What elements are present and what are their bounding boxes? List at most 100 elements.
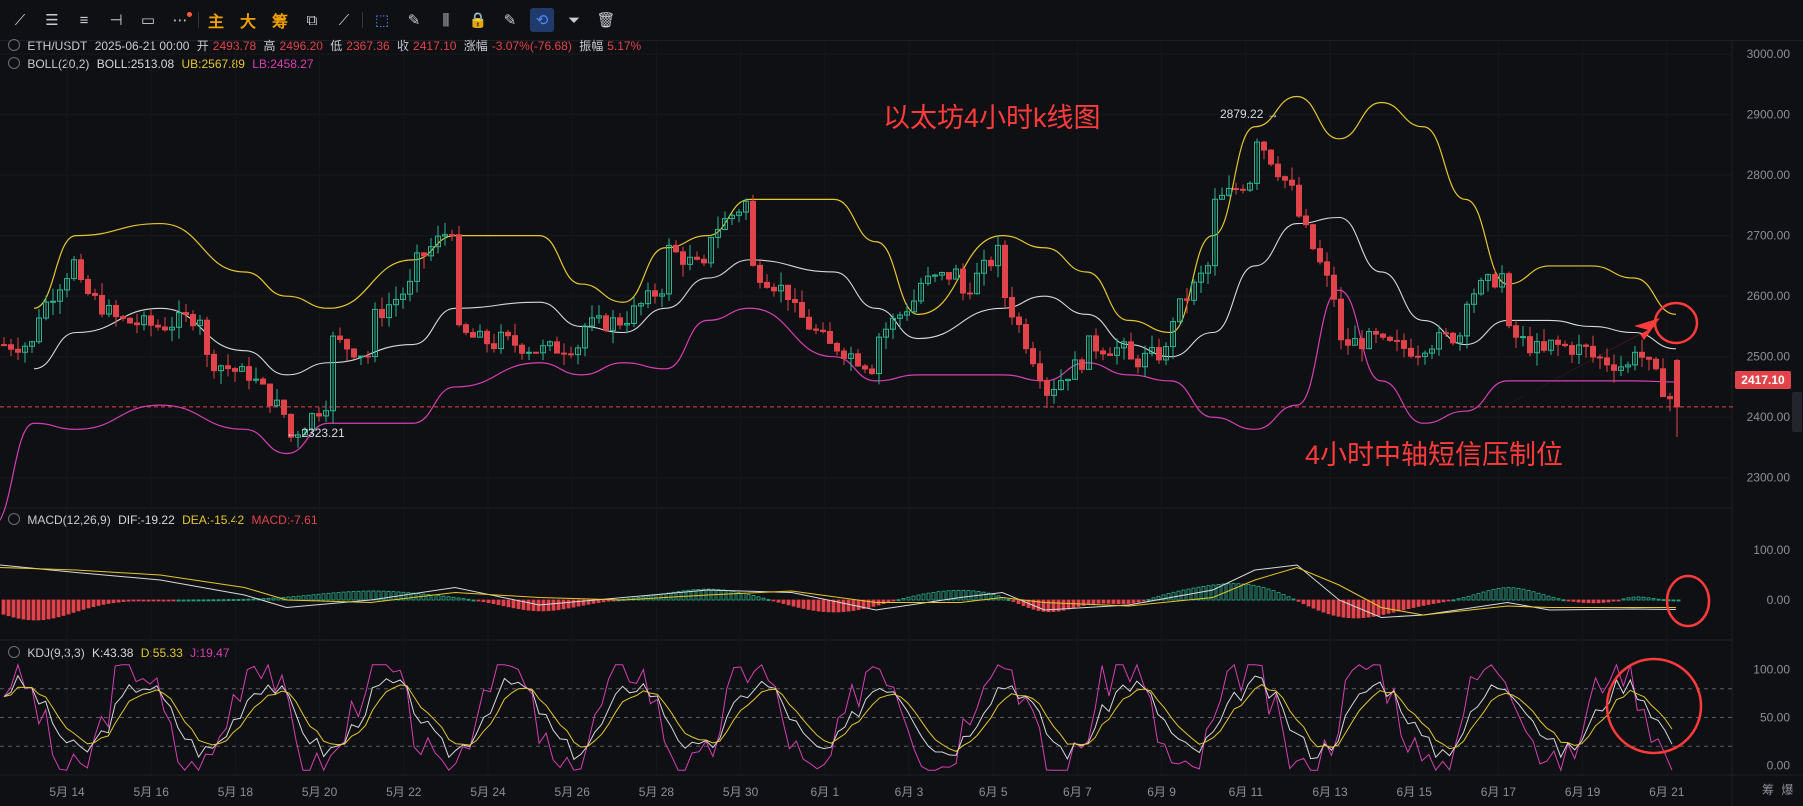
macd-histogram-bar — [1486, 590, 1491, 601]
macd-histogram-bar — [81, 599, 86, 610]
macd-histogram-bar — [1141, 599, 1146, 602]
macd-histogram-bar — [1491, 589, 1496, 601]
date-tick-label: 5月 30 — [723, 785, 759, 799]
macd-histogram-bar — [1376, 599, 1381, 616]
macd-histogram-bar — [1066, 599, 1071, 610]
macd-histogram-bar — [1476, 593, 1481, 601]
macd-histogram-bar — [606, 599, 611, 602]
chart-title-annotation: 以太坊4小时k线图 — [883, 103, 1101, 133]
macd-histogram-bar — [786, 599, 791, 606]
macd-histogram-bar — [1336, 599, 1341, 617]
candle-body — [1, 344, 7, 347]
macd-histogram-bar — [826, 599, 831, 613]
right-scroll-handle[interactable] — [1792, 392, 1802, 432]
macd-histogram-bar — [1421, 599, 1426, 606]
candle-body — [1317, 248, 1323, 263]
candle-body — [1527, 336, 1533, 354]
candle-body — [1289, 179, 1295, 186]
candle-body — [855, 353, 861, 367]
macd-histogram-bar — [841, 599, 846, 613]
macd-histogram-bar — [1351, 599, 1356, 619]
macd-histogram-bar — [191, 599, 196, 602]
macd-histogram-bar — [1501, 587, 1506, 601]
macd-histogram-bar — [311, 594, 316, 601]
macd-histogram-bar — [86, 599, 91, 609]
price-tick-label: 2600.00 — [1747, 289, 1791, 303]
macd-histogram-bar — [781, 599, 786, 604]
candle-body — [1562, 343, 1568, 347]
macd-histogram-bar — [1591, 599, 1596, 604]
macd-histogram-bar — [901, 598, 906, 601]
candle-body — [421, 252, 427, 257]
macd-histogram-bar — [1596, 599, 1601, 604]
candle-body — [827, 331, 833, 344]
macd-histogram-bar — [756, 596, 761, 601]
macd-histogram-bar — [741, 592, 746, 601]
macd-histogram-bar — [46, 599, 51, 620]
candle-body — [1128, 341, 1134, 360]
date-tick-label: 6月 19 — [1565, 785, 1601, 799]
macd-histogram-bar — [1626, 597, 1631, 601]
macd-histogram-bar — [1676, 599, 1681, 602]
date-tick-label: 6月 9 — [1147, 785, 1176, 799]
macd-histogram-bar — [211, 599, 216, 602]
macd-histogram-bar — [936, 591, 941, 601]
candle-body — [1555, 339, 1561, 345]
macd-histogram-bar — [1516, 587, 1521, 601]
macd-histogram-bar — [491, 599, 496, 605]
price-tick-label: 2400.00 — [1747, 410, 1791, 424]
candle-body — [85, 278, 91, 294]
candle-body — [960, 268, 966, 294]
macd-histogram-bar — [1431, 599, 1436, 604]
price-tick-label: 2300.00 — [1747, 471, 1791, 485]
candle-body — [1037, 363, 1043, 381]
macd-histogram-bar — [1506, 587, 1511, 601]
macd-histogram-bar — [201, 599, 206, 602]
macd-histogram-bar — [1541, 594, 1546, 601]
macd-histogram-bar — [131, 599, 136, 602]
macd-histogram-bar — [206, 599, 211, 602]
macd-histogram-bar — [1671, 599, 1676, 602]
candle-body — [1016, 316, 1022, 326]
candle-body — [1359, 338, 1365, 350]
candle-body — [841, 350, 847, 359]
macd-histogram-bar — [571, 599, 576, 608]
macd-histogram-bar — [486, 599, 491, 604]
macd-histogram-bar — [331, 592, 336, 601]
macd-histogram-bar — [821, 599, 826, 612]
macd-histogram-bar — [926, 592, 931, 601]
chips-button[interactable]: 筹 — [1762, 783, 1774, 797]
macd-histogram-bar — [1581, 599, 1586, 603]
candle-body — [15, 348, 21, 353]
macd-histogram-bar — [261, 598, 266, 601]
macd-histogram-bar — [421, 593, 426, 601]
macd-histogram-bar — [36, 599, 41, 621]
candle-body — [1660, 368, 1666, 398]
macd-histogram-bar — [1406, 599, 1411, 609]
candle-body — [120, 316, 126, 319]
macd-histogram-bar — [811, 599, 816, 611]
macd-histogram-bar — [341, 591, 346, 601]
candle-body — [603, 315, 609, 331]
annotation-circle-kdj — [1605, 657, 1703, 755]
macd-histogram-bar — [146, 599, 151, 602]
macd-histogram-bar — [221, 599, 226, 602]
macd-histogram-bar — [931, 591, 936, 601]
candle-body — [316, 413, 322, 417]
macd-histogram-bar — [1661, 599, 1666, 601]
date-tick-label: 6月 11 — [1229, 785, 1264, 799]
liquidation-button[interactable]: 爆 — [1781, 783, 1793, 797]
candle-body — [1492, 274, 1498, 288]
candle-body — [1240, 188, 1246, 191]
macd-histogram-bar — [846, 599, 851, 612]
macd-histogram-bar — [1526, 589, 1531, 601]
macd-histogram-bar — [21, 599, 26, 620]
date-tick-label: 6月 13 — [1312, 785, 1348, 799]
macd-histogram-bar — [1301, 599, 1306, 605]
macd-histogram-bar — [1271, 590, 1276, 601]
macd-histogram-bar — [1426, 599, 1431, 605]
candle-body — [1303, 215, 1309, 226]
candle-body — [771, 286, 777, 292]
candle-body — [148, 315, 154, 326]
macd-histogram-bar — [1086, 599, 1091, 605]
